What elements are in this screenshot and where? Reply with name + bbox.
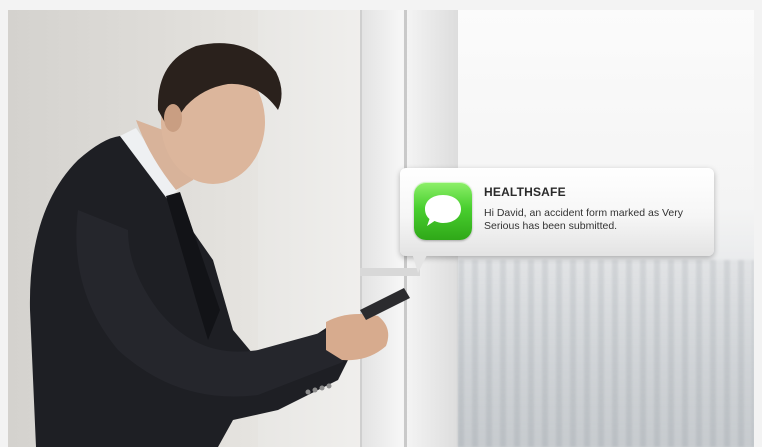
push-notification[interactable]: HEALTHSAFE Hi David, an accident form ma…	[400, 168, 714, 256]
city-view	[458, 260, 754, 447]
notification-pointer	[412, 253, 428, 273]
notification-message: Hi David, an accident form marked as Ver…	[484, 207, 683, 232]
photo-scene: HEALTHSAFE Hi David, an accident form ma…	[8, 10, 754, 447]
suit-jacket	[29, 136, 354, 447]
notification-title: HEALTHSAFE	[484, 185, 566, 199]
messages-icon	[414, 182, 472, 240]
smartphone	[360, 288, 410, 320]
businessman-figure	[29, 43, 410, 447]
hand	[326, 314, 389, 361]
